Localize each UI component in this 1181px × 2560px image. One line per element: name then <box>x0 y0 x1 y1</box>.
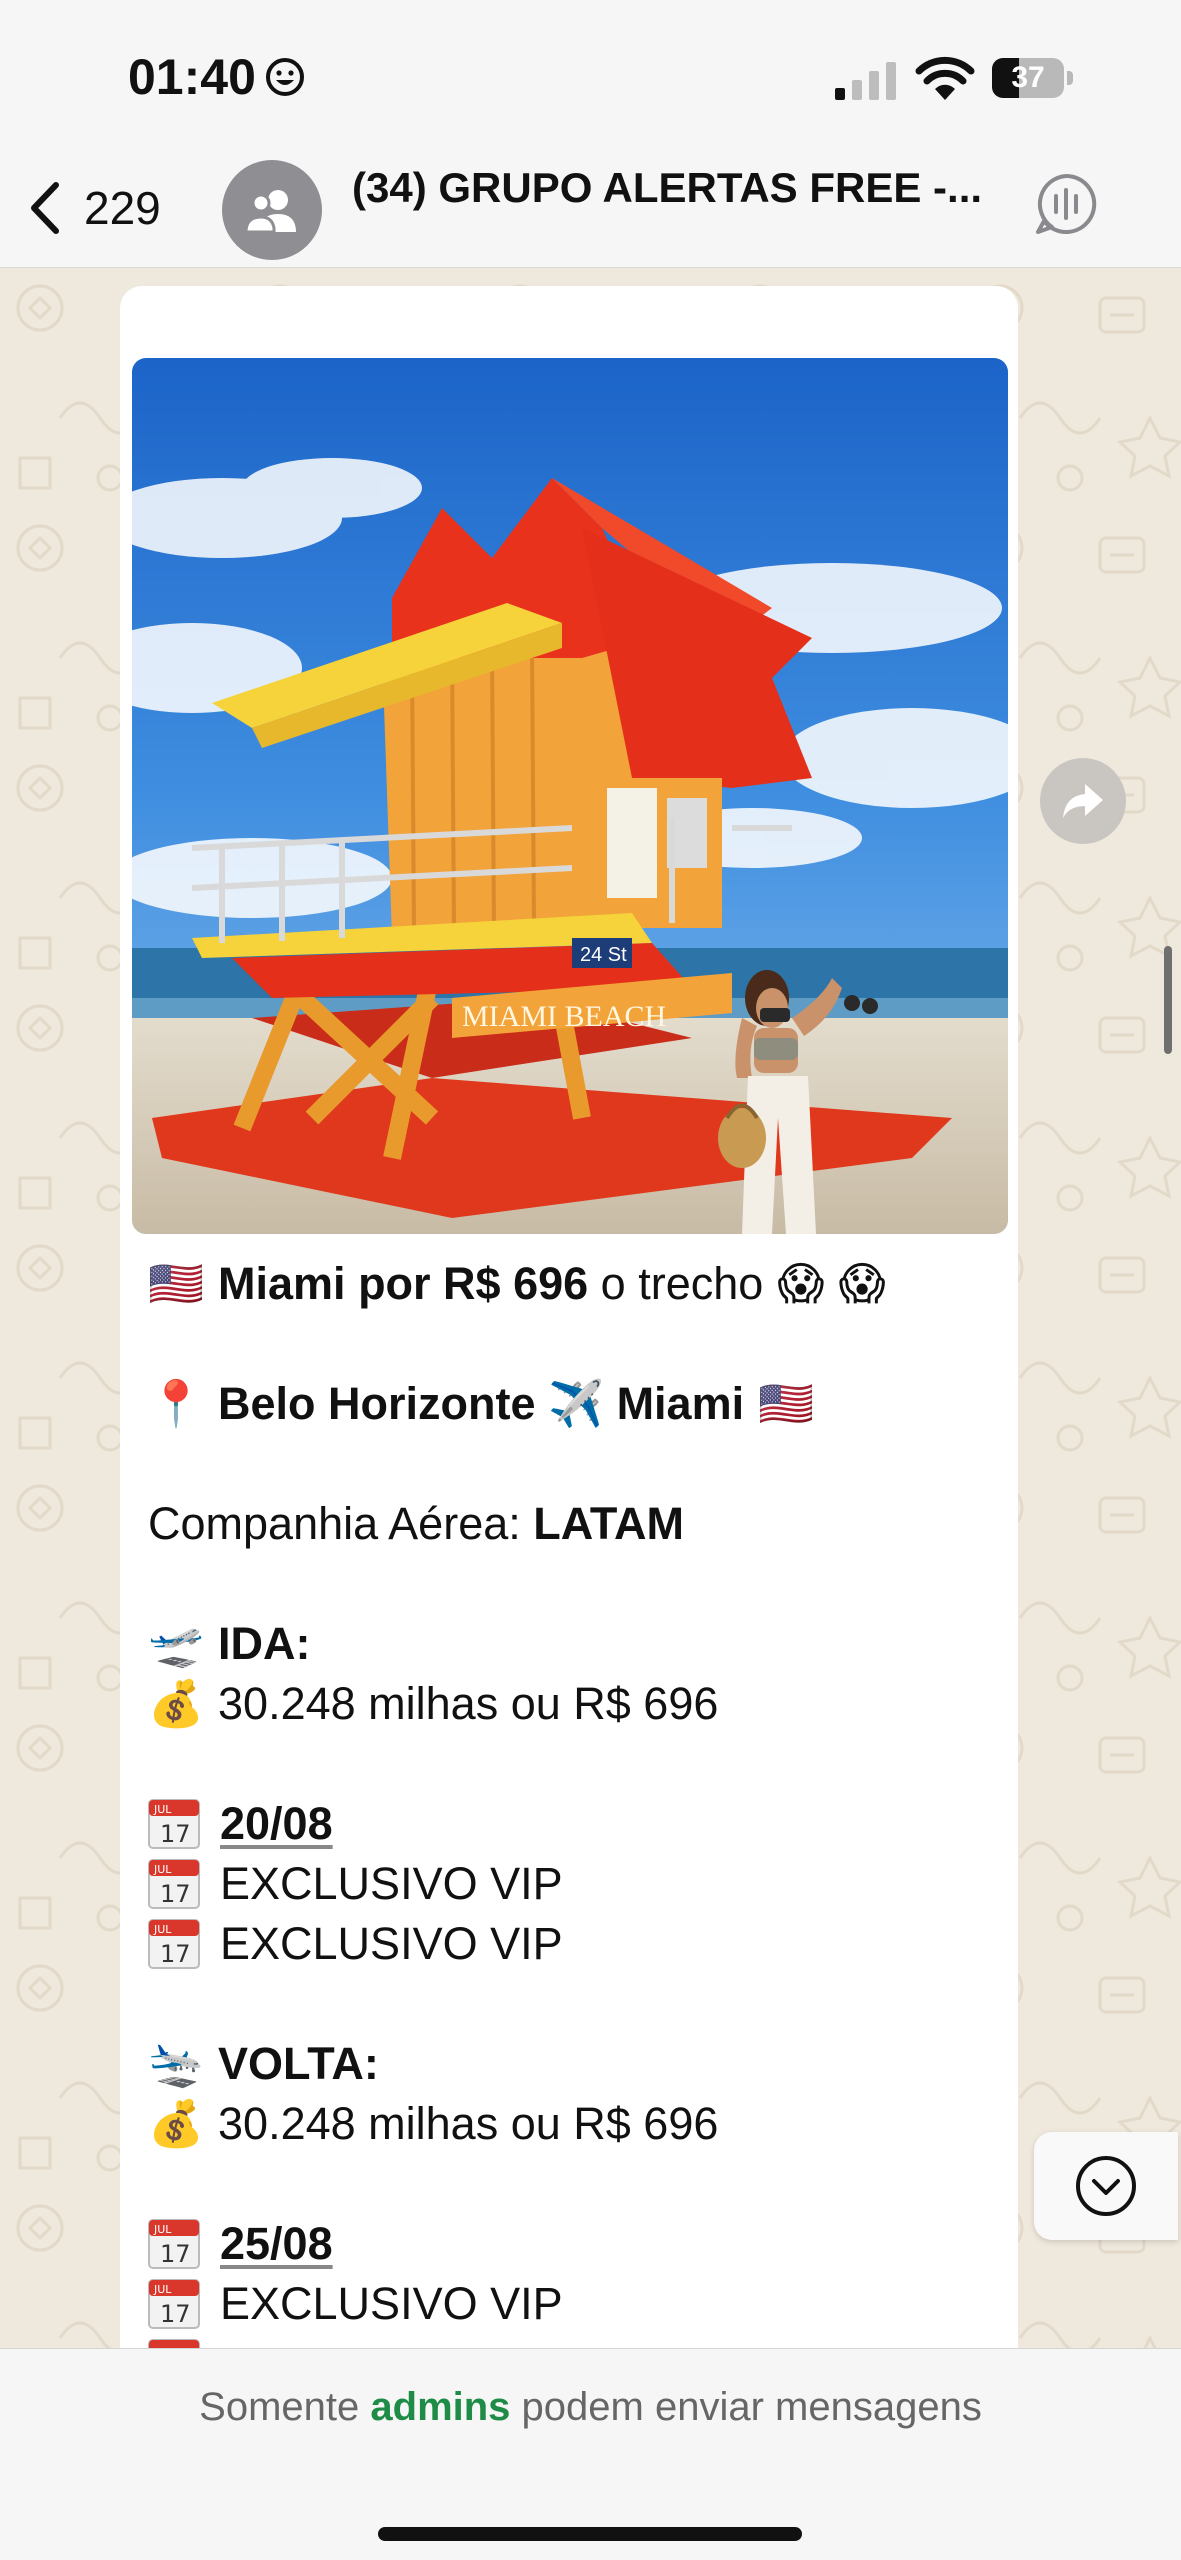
route-line: 📍 Belo Horizonte ✈️ Miami 🇺🇸 <box>148 1374 1008 1434</box>
notice-after: podem enviar mensagens <box>510 2385 982 2429</box>
back-chevron-icon <box>31 182 59 234</box>
svg-text:JUL: JUL <box>153 1863 172 1876</box>
ida-price-line: 💰 30.248 milhas ou R$ 696 <box>148 1674 1008 1734</box>
svg-text:JUL: JUL <box>153 2223 172 2236</box>
back-button[interactable]: 229 <box>28 176 161 240</box>
pin-icon: 📍 <box>148 1377 205 1430</box>
money-bag-icon: 💰 <box>148 1677 205 1730</box>
svg-text:17: 17 <box>160 2240 191 2268</box>
volta-price-line: 💰 30.248 milhas ou R$ 696 <box>148 2094 1008 2154</box>
money-bag-icon-volta: 💰 <box>148 2097 205 2150</box>
forward-button[interactable] <box>1040 758 1126 844</box>
scrollbar-thumb[interactable] <box>1164 946 1172 1054</box>
cut-off-line <box>148 2334 1008 2348</box>
battery-icon: 37 <box>992 58 1074 98</box>
ida-date[interactable]: 20/08 <box>220 1794 333 1854</box>
volta-label: VOLTA: <box>218 2038 379 2089</box>
calendar-icon: JUL 17 <box>148 1799 200 1849</box>
volta-date[interactable]: 25/08 <box>220 2214 333 2274</box>
group-avatar-icon <box>244 190 296 232</box>
vip-text-3: EXCLUSIVO VIP <box>220 2278 563 2329</box>
notice-before: Somente <box>199 2385 371 2429</box>
volta-price: 30.248 milhas ou R$ 696 <box>218 2098 719 2149</box>
wifi-icon <box>915 56 975 100</box>
voice-chat-icon[interactable] <box>1034 172 1098 236</box>
admins-link[interactable]: admins <box>370 2385 510 2429</box>
signal-icon <box>835 62 896 100</box>
us-flag-icon-route: 🇺🇸 <box>758 1377 815 1430</box>
message-photo[interactable]: MIAMI BEACH 24 St <box>132 358 1008 1234</box>
battery-percentage: 37 <box>1011 61 1045 94</box>
calendar-icon: JUL 17 <box>148 1859 200 1909</box>
airline-value: LATAM <box>533 1498 685 1549</box>
scroll-to-bottom-button[interactable] <box>1034 2132 1178 2240</box>
vip-text-1: EXCLUSIVO VIP <box>220 1858 563 1909</box>
forward-icon <box>1063 784 1103 818</box>
admins-only-notice: Somente admins podem enviar mensagens <box>0 2385 1181 2430</box>
clock-text: 01:40 <box>128 49 256 105</box>
headline-line: 🇺🇸 Miami por R$ 696 o trecho 😱 😱 <box>148 1254 1008 1314</box>
svg-text:17: 17 <box>160 1940 191 1968</box>
svg-text:17: 17 <box>160 1880 191 1908</box>
calendar-icon: JUL 17 <box>148 2279 200 2329</box>
route-text: Belo Horizonte ✈️ Miami <box>218 1378 745 1429</box>
ida-heading: 🛫 IDA: <box>148 1614 1008 1674</box>
calendar-icon: JUL 17 <box>148 2219 200 2269</box>
airline-line: Companhia Aérea: LATAM <box>148 1494 1008 1554</box>
svg-text:JUL: JUL <box>153 2283 172 2296</box>
footer: Somente admins podem enviar mensagens <box>0 2348 1181 2560</box>
chat-header: 229 (34) GRUPO ALERTAS FREE -... <box>0 150 1181 268</box>
group-title[interactable]: (34) GRUPO ALERTAS FREE -... <box>352 164 1012 212</box>
volta-heading: 🛬 VOLTA: <box>148 2034 1008 2094</box>
shocked-face-icon: 😱 😱 <box>777 1257 886 1310</box>
departure-plane-icon: 🛫 <box>148 1617 205 1670</box>
vip-line-2: JUL 17 EXCLUSIVO VIP <box>148 1914 1008 1974</box>
headline-rest: o trecho <box>588 1258 764 1309</box>
status-time: 01:40 <box>128 48 306 106</box>
lifeguard-tower-photo: MIAMI BEACH 24 St <box>132 358 1008 1234</box>
photo-sign: MIAMI BEACH <box>462 1000 666 1033</box>
svg-text:JUL: JUL <box>153 1923 172 1936</box>
vip-line-3: JUL 17 EXCLUSIVO VIP <box>148 2274 1008 2334</box>
group-avatar[interactable] <box>222 160 322 260</box>
us-flag-icon: 🇺🇸 <box>148 1257 205 1310</box>
svg-text:17: 17 <box>160 2300 191 2328</box>
airline-label: Companhia Aérea: <box>148 1498 534 1549</box>
headline-bold: Miami por R$ 696 <box>218 1258 589 1309</box>
calendar-icon: JUL 17 <box>148 1919 200 1969</box>
svg-text:17: 17 <box>160 1820 191 1848</box>
ida-date-line: JUL 17 20/08 <box>148 1794 1008 1854</box>
message-text: 🇺🇸 Miami por R$ 696 o trecho 😱 😱 📍 Belo … <box>148 1254 1008 2348</box>
svg-text:JUL: JUL <box>153 1803 172 1816</box>
volta-date-line: JUL 17 25/08 <box>148 2214 1008 2274</box>
message-bubble[interactable]: MIAMI BEACH 24 St 🇺🇸 Miami por R$ 696 o … <box>120 286 1018 2348</box>
home-indicator[interactable] <box>378 2527 802 2541</box>
ida-label: IDA: <box>218 1618 311 1669</box>
smiley-icon <box>265 58 304 96</box>
unread-count: 229 <box>84 182 161 234</box>
vip-line-1: JUL 17 EXCLUSIVO VIP <box>148 1854 1008 1914</box>
photo-tower-number: 24 St <box>580 944 627 966</box>
chevron-down-icon <box>1076 2156 1136 2216</box>
vip-text-2: EXCLUSIVO VIP <box>220 1918 563 1969</box>
calendar-icon <box>148 2339 200 2348</box>
chat-area[interactable]: MIAMI BEACH 24 St 🇺🇸 Miami por R$ 696 o … <box>0 268 1181 2348</box>
status-bar: 01:40 37 <box>0 0 1181 150</box>
ida-price: 30.248 milhas ou R$ 696 <box>218 1678 719 1729</box>
arrival-plane-icon: 🛬 <box>148 2037 205 2090</box>
